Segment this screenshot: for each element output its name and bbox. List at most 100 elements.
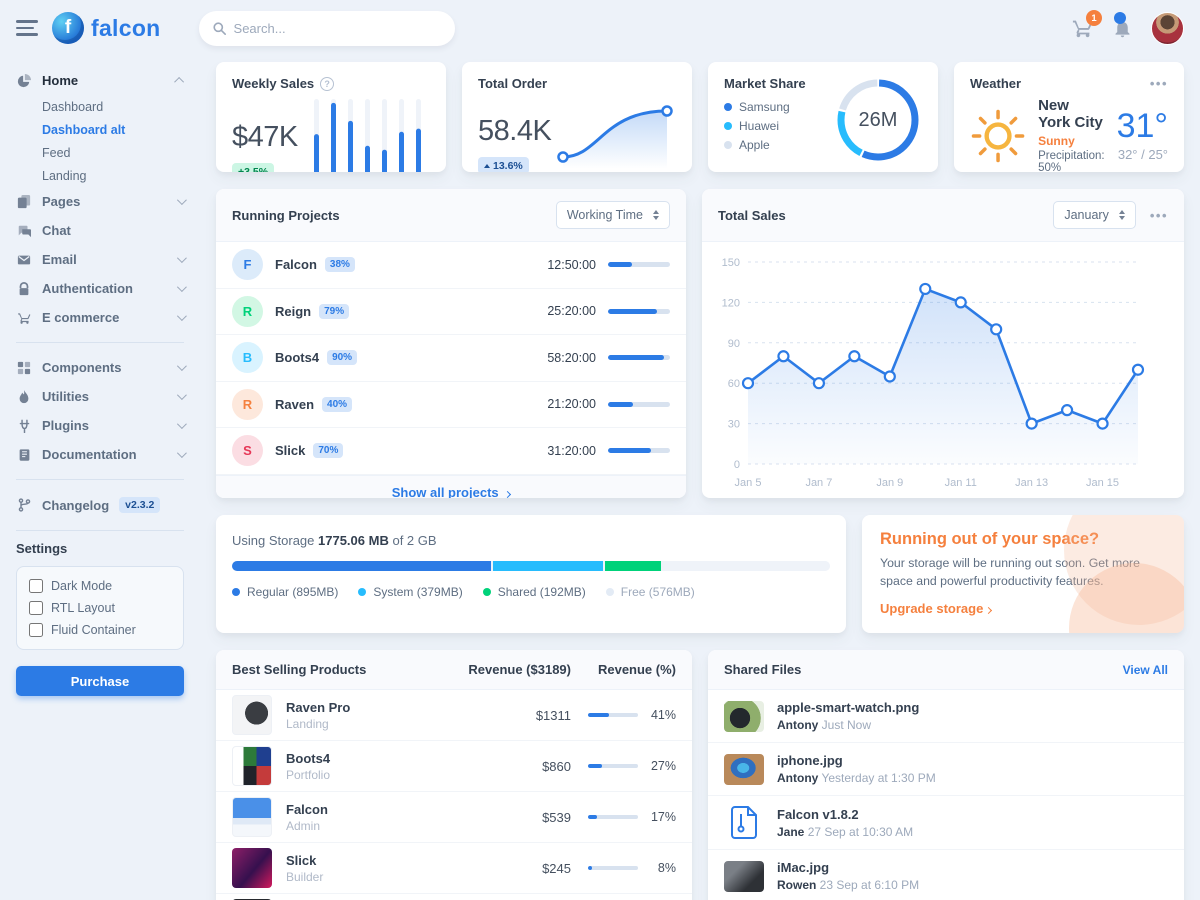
product-name[interactable]: Falcon — [286, 802, 328, 817]
file-timestamp: Just Now — [818, 718, 871, 732]
view-all-link[interactable]: View All — [1123, 663, 1168, 677]
sidebar-item-label: Documentation — [42, 447, 137, 462]
hamburger-menu-icon[interactable] — [16, 20, 38, 36]
sidebar-item-components[interactable]: Components — [16, 353, 184, 382]
product-name[interactable]: Boots4 — [286, 751, 330, 766]
file-name[interactable]: apple-smart-watch.png — [777, 700, 919, 715]
storage-segment-free — [663, 561, 830, 571]
product-info: Falcon Admin — [286, 802, 328, 833]
upgrade-storage-link[interactable]: Upgrade storage — [880, 601, 991, 616]
sidebar-item-dashboard[interactable]: Dashboard — [42, 95, 184, 118]
project-row-falcon[interactable]: FFalcon38%12:50:00 — [216, 242, 686, 289]
product-percent: 27% — [648, 759, 676, 773]
file-info: iMac.jpg Rowen 23 Sep at 6:10 PM — [777, 860, 919, 892]
svg-text:Jan 15: Jan 15 — [1086, 477, 1119, 489]
file-thumbnail — [724, 861, 764, 892]
sidebar-item-plugins[interactable]: Plugins — [16, 411, 184, 440]
month-select[interactable]: January — [1053, 201, 1135, 229]
legend-item-huawei: Huawei — [724, 119, 806, 133]
user-avatar[interactable] — [1151, 12, 1184, 45]
sidebar-item-pages[interactable]: Pages — [16, 187, 184, 216]
project-progress-bar — [608, 448, 670, 453]
weather-card: Weather ••• New York City Sunny Prec — [954, 62, 1184, 172]
show-all-projects-link[interactable]: Show all projects — [392, 485, 511, 499]
file-meta: Jane 27 Sep at 10:30 AM — [777, 825, 913, 839]
file-timestamp: 23 Sep at 6:10 PM — [816, 878, 919, 892]
sidebar-item-e-commerce[interactable]: E commerce — [16, 303, 184, 332]
storage-segment-regular — [232, 561, 491, 571]
project-progress-badge: 70% — [313, 443, 343, 458]
progress-fill — [608, 402, 633, 407]
product-name[interactable]: Raven Pro — [286, 700, 350, 715]
file-owner: Rowen — [777, 878, 816, 892]
product-name[interactable]: Slick — [286, 853, 323, 868]
running-projects-card: Running Projects Working Time FFalcon38%… — [216, 189, 686, 498]
book-icon — [16, 448, 32, 462]
file-meta: Antony Yesterday at 1:30 PM — [777, 771, 936, 785]
project-row-right: 21:20:00 — [547, 397, 670, 411]
project-row-boots4[interactable]: BBoots490%58:20:00 — [216, 335, 686, 382]
file-name[interactable]: Falcon v1.8.2 — [777, 807, 913, 822]
purchase-button[interactable]: Purchase — [16, 666, 184, 696]
project-name[interactable]: Slick — [275, 443, 305, 458]
sidebar-item-landing[interactable]: Landing — [42, 164, 184, 187]
sidebar-item-feed[interactable]: Feed — [42, 141, 184, 164]
progress-fill — [608, 309, 657, 314]
shared-files-card: Shared Files View All apple-smart-watch.… — [708, 650, 1184, 900]
sidebar-item-dashboard-alt[interactable]: Dashboard alt — [42, 118, 184, 141]
help-icon[interactable]: ? — [320, 77, 334, 91]
project-name[interactable]: Reign — [275, 304, 311, 319]
product-percent-wrap: 41% — [571, 708, 676, 722]
sidebar-item-home[interactable]: Home — [16, 66, 184, 95]
sidebar-item-authentication[interactable]: Authentication — [16, 274, 184, 303]
falcon-logo-icon — [52, 12, 84, 44]
weekly-sales-title: Weekly Sales — [232, 76, 314, 91]
progress-fill — [608, 262, 632, 267]
sidebar-item-changelog[interactable]: Changelog v2.3.2 — [16, 490, 184, 520]
fluid-container-checkbox[interactable] — [29, 623, 43, 637]
svg-text:Jan 5: Jan 5 — [735, 477, 762, 489]
project-progress-badge: 38% — [325, 257, 355, 272]
file-name[interactable]: iMac.jpg — [777, 860, 919, 875]
weather-range: 32° / 25° — [1117, 147, 1168, 162]
weather-menu-button[interactable]: ••• — [1150, 76, 1168, 91]
brand-logo[interactable]: falcon — [52, 12, 161, 44]
notifications-button[interactable] — [1112, 18, 1133, 39]
file-name[interactable]: iphone.jpg — [777, 753, 936, 768]
sidebar-item-label: Chat — [42, 223, 71, 238]
sidebar-item-email[interactable]: Email — [16, 245, 184, 274]
product-revenue: $539 — [451, 810, 571, 825]
product-percent-wrap: 17% — [571, 810, 676, 824]
project-progress-bar — [608, 309, 670, 314]
project-row-raven[interactable]: RRaven40%21:20:00 — [216, 382, 686, 429]
sidebar-item-chat[interactable]: Chat — [16, 216, 184, 245]
market-share-legend: SamsungHuaweiApple — [724, 100, 806, 152]
project-row-reign[interactable]: RReign79%25:20:00 — [216, 289, 686, 336]
total-sales-menu-button[interactable]: ••• — [1150, 208, 1168, 223]
product-category: Admin — [286, 819, 328, 833]
setting-dark-mode[interactable]: Dark Mode — [29, 579, 171, 593]
rtl-layout-checkbox[interactable] — [29, 601, 43, 615]
project-name[interactable]: Falcon — [275, 257, 317, 272]
chevron-down-icon — [177, 448, 187, 458]
setting-fluid-container[interactable]: Fluid Container — [29, 623, 171, 637]
setting-rtl-layout[interactable]: RTL Layout — [29, 601, 171, 615]
product-revenue: $860 — [451, 759, 571, 774]
project-avatar: R — [232, 296, 263, 327]
project-progress-badge: 79% — [319, 304, 349, 319]
project-row-slick[interactable]: SSlick70%31:20:00 — [216, 428, 686, 475]
search-box — [199, 11, 455, 46]
search-input[interactable] — [234, 21, 441, 36]
sidebar-item-utilities[interactable]: Utilities — [16, 382, 184, 411]
working-time-select[interactable]: Working Time — [556, 201, 670, 229]
project-name[interactable]: Boots4 — [275, 350, 319, 365]
cart-button[interactable]: 1 — [1072, 17, 1094, 39]
project-name[interactable]: Raven — [275, 397, 314, 412]
sidebar-item-documentation[interactable]: Documentation — [16, 440, 184, 469]
code-branch-icon — [16, 498, 32, 512]
brand-name: falcon — [91, 15, 161, 42]
dark-mode-checkbox[interactable] — [29, 579, 43, 593]
lock-icon — [16, 282, 32, 296]
fire-icon — [16, 390, 32, 404]
product-category: Portfolio — [286, 768, 330, 782]
